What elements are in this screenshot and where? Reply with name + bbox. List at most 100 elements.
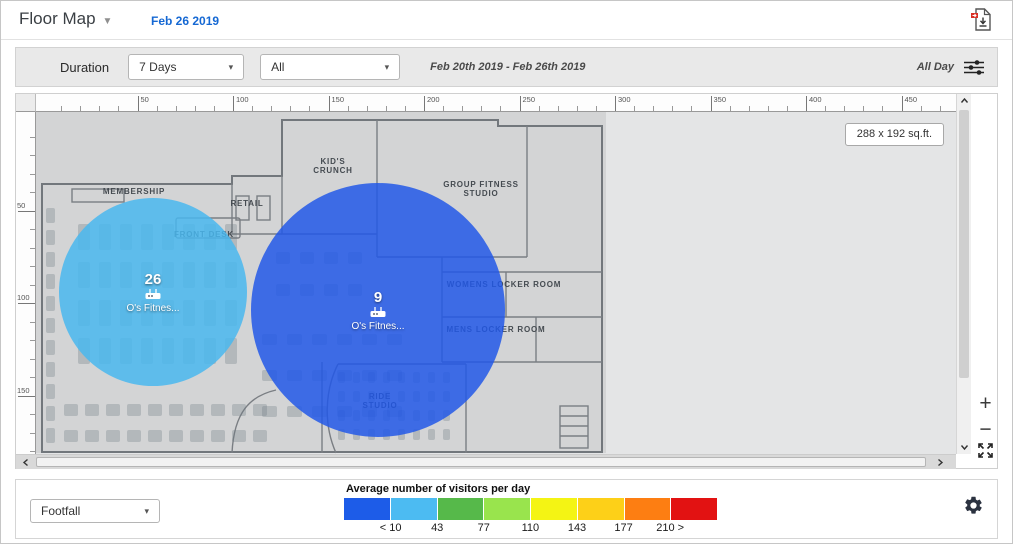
map-canvas[interactable]: MEMBERSHIPRETAILFRONT DESKKID'SCRUNCHGRO…: [36, 112, 956, 454]
zoom-out-button[interactable]: −: [972, 419, 999, 440]
export-report-button[interactable]: [971, 7, 992, 37]
visitor-count: 26: [144, 270, 162, 288]
ruler-corner: [16, 94, 36, 112]
export-document-icon: [971, 8, 991, 31]
ruler-tick: [385, 106, 387, 111]
ruler-tick: [30, 358, 35, 360]
ruler-tick: [443, 106, 445, 111]
duration-select[interactable]: 7 Days ▾: [128, 54, 245, 80]
ruler-tick: [175, 106, 177, 111]
ruler-vertical: 50 100 150: [16, 112, 36, 454]
duration-label: Duration: [60, 59, 110, 75]
ruler-label: 150: [17, 385, 30, 395]
filter-toolbar: Duration 7 Days ▾ All ▾ Feb 20th 2019 - …: [15, 47, 998, 87]
ruler-tick: [61, 106, 63, 111]
legend-label: 110: [521, 522, 540, 534]
header: Floor Map ▼ Feb 26 2019: [1, 1, 1012, 40]
ruler-tick: [366, 106, 368, 111]
ruler-tick: [481, 106, 483, 111]
date-link[interactable]: Feb 26 2019: [151, 14, 219, 28]
expand-icon: [978, 443, 993, 458]
legend-label: 143: [567, 522, 587, 534]
legend-label: 77: [477, 522, 490, 534]
ruler-label: 100: [236, 95, 249, 104]
ruler-tick: [30, 247, 35, 249]
vertical-scrollbar[interactable]: [956, 94, 971, 454]
ruler-tick: [271, 106, 273, 111]
scroll-down-arrow[interactable]: [960, 443, 969, 451]
ruler-tick: [309, 106, 311, 111]
ruler-label: 450: [904, 95, 918, 104]
room-label: RETAIL: [230, 199, 263, 208]
ruler-tick: [118, 106, 120, 111]
ruler-tick: [30, 229, 35, 230]
ruler-tick: [939, 106, 941, 111]
scroll-up-arrow[interactable]: [960, 97, 969, 105]
floor-map-page: Floor Map ▼ Feb 26 2019 Duration 7 Days ▾…: [0, 0, 1013, 544]
vertical-scrollbar-thumb[interactable]: [959, 110, 969, 378]
legend-swatch: [671, 498, 717, 520]
metric-select-value: Footfall: [41, 504, 81, 518]
ruler-tick: [576, 106, 578, 111]
duration-select-value: 7 Days: [139, 60, 177, 74]
legend-title: Average number of visitors per day: [346, 483, 531, 495]
ruler-tick: [30, 451, 35, 452]
ruler-tick: [18, 210, 35, 212]
ruler-tick: [844, 106, 846, 111]
horizontal-scrollbar[interactable]: [16, 454, 956, 469]
ruler-tick: [30, 432, 35, 434]
ruler-tick: [748, 106, 750, 111]
map-size-badge: 288 x 192 sq.ft.: [844, 123, 944, 146]
ruler-tick: [30, 377, 35, 378]
legend-swatch: [437, 498, 484, 520]
zone-select[interactable]: All ▾: [260, 54, 401, 80]
ruler-label: 400: [809, 95, 822, 104]
legend: Average number of visitors per day < 10 4…: [344, 483, 717, 534]
ruler-tick: [767, 106, 769, 111]
bottom-bar: Footfall ▾ Average number of visitors pe…: [15, 479, 998, 539]
zoom-in-button[interactable]: +: [972, 393, 999, 414]
ruler-tick: [156, 106, 158, 111]
ruler-tick: [519, 96, 521, 111]
ruler-tick: [30, 173, 35, 175]
legend-label: < 10: [379, 522, 402, 534]
ruler-tick: [290, 106, 292, 111]
ruler-horizontal: 50 100 150 200 250 300 350 400 450: [36, 94, 956, 112]
ruler-tick: [882, 106, 884, 111]
ruler-tick: [30, 414, 35, 415]
time-filter-button[interactable]: [964, 59, 984, 76]
zone-select-value: All: [271, 60, 285, 74]
horizontal-scrollbar-thumb[interactable]: [36, 457, 926, 467]
ruler-tick: [595, 106, 597, 111]
heat-circle[interactable]: 26 O's Fitnes...: [59, 198, 247, 386]
legend-swatch: [344, 498, 390, 520]
legend-labels: < 10 43 77 110 143 177 210 >: [344, 520, 717, 534]
legend-swatch: [577, 498, 624, 520]
legend-label: 177: [614, 522, 633, 534]
settings-button[interactable]: [963, 495, 984, 516]
ruler-tick: [99, 106, 101, 111]
legend-swatch: [624, 498, 671, 520]
ruler-label: 200: [427, 95, 440, 104]
ruler-tick: [18, 395, 35, 397]
chevron-down-icon: ▾: [144, 505, 149, 516]
ruler-tick: [404, 106, 406, 111]
ruler-tick: [557, 106, 559, 111]
metric-select[interactable]: Footfall ▾: [30, 499, 160, 523]
ruler-tick: [462, 106, 464, 111]
page-title-dropdown[interactable]: Floor Map ▼: [19, 9, 112, 29]
ruler-label: 350: [713, 95, 727, 104]
ruler-tick: [233, 96, 234, 111]
ruler-tick: [653, 106, 655, 111]
ruler-label: 150: [331, 95, 345, 104]
heat-circle[interactable]: 9 O's Fitnes...: [251, 183, 505, 437]
ruler-label: 250: [522, 95, 536, 104]
scroll-right-arrow[interactable]: [936, 458, 944, 467]
ruler-tick: [213, 106, 215, 111]
ruler-tick: [729, 106, 731, 111]
ruler-tick: [424, 96, 425, 111]
ruler-tick: [347, 106, 349, 111]
fullscreen-button[interactable]: [972, 443, 999, 462]
scroll-left-arrow[interactable]: [22, 458, 30, 467]
ruler-tick: [30, 340, 35, 341]
